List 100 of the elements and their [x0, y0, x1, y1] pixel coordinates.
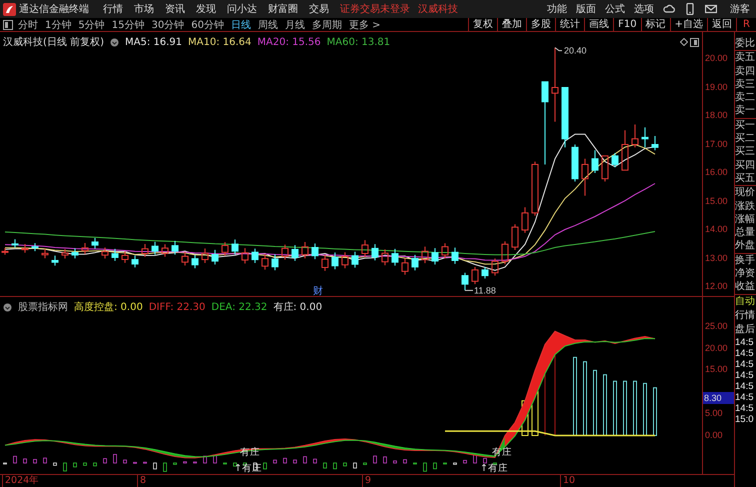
- menu-item[interactable]: 发现: [196, 2, 216, 16]
- menu-item[interactable]: 选项: [634, 2, 654, 16]
- candle: [42, 248, 48, 259]
- candle: [372, 244, 378, 261]
- quote-field-label: 委比: [735, 37, 756, 50]
- quote-field-label: 卖一: [735, 104, 756, 118]
- signal-marker: ↑有庄: [480, 463, 508, 474]
- period-tab[interactable]: 1分钟: [45, 18, 72, 32]
- menu-item[interactable]: 公式: [605, 2, 625, 16]
- toolbar-button[interactable]: F10: [613, 18, 641, 31]
- period-tab[interactable]: 5分钟: [78, 18, 105, 32]
- user-label[interactable]: 游客: [730, 2, 750, 16]
- panel-toggle-icon[interactable]: [3, 20, 13, 30]
- indicator-value: MA20: 15.56: [257, 36, 321, 48]
- circle-icon[interactable]: [110, 38, 119, 46]
- mode-tab[interactable]: 行情: [735, 308, 756, 323]
- candle: [222, 242, 228, 256]
- date-label: 9: [362, 475, 372, 487]
- period-tab[interactable]: 15分钟: [112, 18, 144, 32]
- more-button[interactable]: 更多 >: [348, 18, 381, 32]
- candle: [642, 126, 648, 148]
- circle-icon[interactable]: [3, 302, 12, 312]
- candle: [232, 239, 238, 256]
- candle: [442, 242, 448, 259]
- quote-field-label: 买一: [735, 118, 756, 132]
- period-tab[interactable]: 月线: [284, 18, 305, 32]
- window-icon[interactable]: [690, 38, 699, 47]
- candle: [352, 251, 358, 268]
- indicator-value: MA60: 13.81: [326, 36, 390, 48]
- candle: [62, 248, 68, 259]
- candle: [622, 130, 628, 171]
- period-tab[interactable]: 60分钟: [191, 18, 224, 32]
- menu-item[interactable]: 市场: [134, 2, 154, 16]
- candle: [132, 255, 138, 268]
- candle: [332, 252, 338, 270]
- date-label: 2024年: [2, 475, 40, 487]
- candle: [412, 254, 418, 271]
- indicator-value: DEA: 22.32: [211, 302, 268, 312]
- candle: [92, 237, 98, 250]
- axis-label: 12.00: [705, 281, 728, 291]
- toolbar-button[interactable]: 画线: [584, 18, 614, 31]
- toolbar-button[interactable]: 统计: [555, 18, 584, 31]
- candle: [532, 161, 538, 216]
- candle: [612, 152, 618, 168]
- toolbar-button[interactable]: 多股: [526, 18, 556, 31]
- candle: [292, 244, 298, 262]
- candle: [482, 266, 488, 279]
- axis-label: 15.00: [705, 364, 728, 374]
- period-tab[interactable]: 30分钟: [151, 18, 184, 32]
- candle: [2, 247, 8, 256]
- toolbar-button[interactable]: 标记: [640, 18, 670, 31]
- phone-icon[interactable]: [684, 3, 696, 15]
- candle: [492, 258, 498, 276]
- toolbar-button[interactable]: 返回: [707, 18, 736, 31]
- candle: [472, 266, 478, 285]
- app-logo-icon: [3, 2, 16, 16]
- mail-icon[interactable]: [705, 3, 717, 15]
- trade-time: 14:5: [735, 380, 754, 392]
- candle: [582, 158, 588, 196]
- candle: [312, 242, 318, 260]
- candle: [252, 248, 258, 264]
- menu-item[interactable]: 行情: [103, 2, 123, 16]
- toolbar-button[interactable]: 复权: [468, 18, 498, 31]
- menu-item[interactable]: 问小达: [227, 2, 257, 16]
- mode-tab[interactable]: 盘后: [735, 322, 756, 337]
- toolbar-button[interactable]: 叠加: [497, 18, 526, 31]
- trade-time: 14:5: [735, 336, 754, 348]
- toolbar-button[interactable]: +自选: [670, 18, 708, 31]
- diamond-icon[interactable]: [680, 38, 688, 46]
- mode-tab[interactable]: 自动: [735, 294, 756, 309]
- candle: [272, 254, 278, 271]
- quote-field-label: 卖四: [735, 64, 756, 78]
- trade-time: 14:5: [735, 392, 754, 403]
- period-tab[interactable]: 周线: [258, 18, 278, 32]
- cloud-icon[interactable]: [663, 3, 675, 15]
- axis-label: 18.00: [705, 110, 728, 120]
- axis-label: 20.00: [705, 53, 728, 63]
- candle: [322, 254, 328, 272]
- menu-item[interactable]: 财富圈: [268, 2, 298, 16]
- quote-field-label: 买三: [735, 145, 756, 159]
- quote-field-label: 现价: [735, 185, 756, 200]
- period-tab[interactable]: 日线: [230, 18, 251, 32]
- period-tab[interactable]: 分时: [18, 18, 38, 32]
- menu-item[interactable]: 资讯: [165, 2, 185, 16]
- period-tab[interactable]: 多周期: [312, 18, 342, 32]
- menu-item[interactable]: 交易: [309, 2, 329, 16]
- candle: [632, 124, 638, 148]
- corner-label[interactable]: R: [736, 18, 756, 31]
- login-status: 证券交易未登录: [340, 2, 410, 16]
- axis-label: 14.00: [705, 224, 728, 234]
- candle: [182, 251, 188, 266]
- menu-item[interactable]: 功能: [547, 2, 567, 16]
- menu-item[interactable]: 版面: [576, 2, 596, 16]
- indicator-value: 高度控盘: 0.00: [74, 300, 143, 314]
- axis-label: 25.00: [705, 321, 728, 331]
- quote-field-label: 卖三: [735, 78, 756, 92]
- quote-field-label: 卖二: [735, 91, 756, 104]
- chart-title: 汉威科技(日线 前复权): [3, 36, 104, 49]
- axis-label: 15.00: [705, 196, 728, 206]
- quote-field-label: 外盘: [735, 239, 756, 253]
